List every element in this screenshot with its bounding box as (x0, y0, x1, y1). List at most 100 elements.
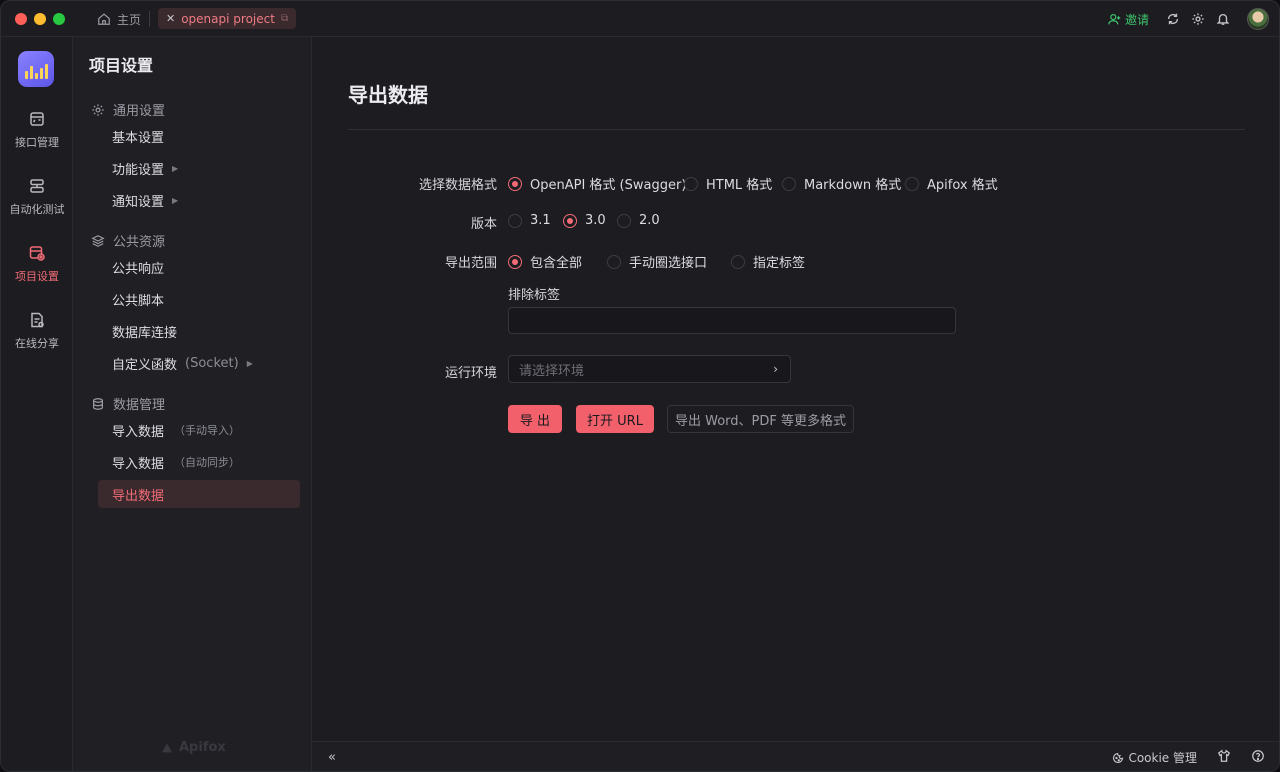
nav-item-label: 公共响应 (112, 261, 165, 277)
rail-item-online-share[interactable]: 在线分享 (1, 311, 73, 351)
radio-label: Markdown 格式 (804, 178, 902, 193)
minimize-window-button[interactable] (34, 13, 46, 25)
nav-item-notify-settings[interactable]: 通知设置 ▶ (98, 186, 300, 214)
help-icon[interactable] (1251, 749, 1265, 766)
automation-icon (30, 179, 44, 193)
version-radio-3-1[interactable]: 3.1 (508, 213, 551, 228)
radio-label: 3.1 (530, 213, 551, 228)
nav-item-sublabel: (Socket) (185, 355, 239, 371)
scope-radio-tags[interactable]: 指定标签 (731, 252, 805, 271)
nav-item-custom-function[interactable]: 自定义函数 (Socket) ▶ (98, 349, 300, 377)
rail-item-api-management[interactable]: 接口管理 (1, 110, 73, 150)
settings-nav: 项目设置 通用设置 基本设置 功能设置 ▶ 通知设置 ▶ 公共资源 公共响应 公共脚… (73, 37, 312, 771)
exclude-tags-label: 排除标签 (508, 288, 561, 303)
version-radio-2-0[interactable]: 2.0 (617, 213, 660, 228)
status-bar-actions: Cookie 管理 (1112, 749, 1265, 766)
collapse-sidebar-icon[interactable]: « (328, 750, 336, 765)
radio-dot (731, 254, 745, 269)
nav-item-import-auto[interactable]: 导入数据 （自动同步） (98, 448, 300, 476)
rail-item-label: 自动化测试 (9, 203, 65, 216)
radio-dot (607, 254, 621, 269)
nav-item-sublabel: （手动导入） (174, 424, 241, 437)
add-user-icon (1108, 13, 1121, 24)
cookie-icon (1113, 752, 1124, 763)
caret-right-icon: ▶ (172, 195, 179, 205)
tab-home-label: 主页 (117, 12, 142, 27)
cookie-manager-button[interactable]: Cookie 管理 (1112, 749, 1197, 766)
rail-item-automation-test[interactable]: 自动化测试 (1, 177, 73, 217)
tab-project[interactable]: ✕ openapi project ⧉ (158, 8, 297, 29)
more-formats-button[interactable]: 导出 Word、PDF 等更多格式 (667, 405, 854, 433)
nav-item-label: 数据库连接 (112, 325, 178, 341)
tab-home[interactable]: 主页 (91, 8, 147, 30)
scope-radio-manual[interactable]: 手动圈选接口 (607, 252, 707, 271)
caret-right-icon: ▶ (246, 358, 253, 368)
radio-dot (905, 176, 919, 191)
nav-item-basic-settings[interactable]: 基本设置 (98, 122, 300, 150)
share-doc-icon (31, 312, 44, 328)
nav-item-feature-settings[interactable]: 功能设置 ▶ (98, 154, 300, 182)
exclude-tags-input[interactable] (508, 307, 956, 334)
title-divider (348, 129, 1245, 130)
scope-radio-all[interactable]: 包含全部 (508, 252, 582, 271)
nav-item-import-manual[interactable]: 导入数据 （手动导入） (98, 416, 300, 444)
radio-dot (508, 213, 522, 228)
nav-item-label: 导出数据 (112, 488, 165, 504)
nav-item-label: 功能设置 (112, 162, 165, 178)
invite-label: 邀请 (1124, 12, 1149, 27)
home-icon (98, 13, 110, 25)
title-bar: 主页 ✕ openapi project ⧉ 邀请 (1, 1, 1279, 37)
nav-group-label: 公共资源 (113, 235, 166, 250)
nav-group-public-resources: 公共资源 (91, 231, 165, 250)
shirt-icon[interactable] (1217, 749, 1231, 766)
bell-icon[interactable] (1215, 11, 1231, 27)
rail-item-project-settings[interactable]: 项目设置 (1, 244, 73, 284)
settings-icon[interactable] (1190, 11, 1206, 27)
nav-item-public-script[interactable]: 公共脚本 (98, 285, 300, 313)
format-radio-markdown[interactable]: Markdown 格式 (782, 174, 901, 193)
rail-item-label: 在线分享 (15, 337, 59, 350)
close-tab-icon[interactable]: ✕ (166, 12, 175, 25)
radio-label: Apifox 格式 (927, 178, 998, 193)
apifox-logo-icon (161, 743, 173, 752)
nav-item-label: 导入数据 (112, 424, 165, 440)
nav-item-label: 公共脚本 (112, 293, 165, 309)
export-button[interactable]: 导 出 (508, 405, 562, 433)
version-radio-3-0[interactable]: 3.0 (563, 213, 606, 228)
env-select[interactable]: 请选择环境 › (508, 355, 791, 383)
nav-item-label: 导入数据 (112, 456, 165, 472)
project-settings-icon (29, 246, 45, 261)
radio-label: 指定标签 (753, 256, 806, 271)
format-radio-openapi[interactable]: OpenAPI 格式 (Swagger) (508, 174, 686, 193)
open-url-button[interactable]: 打开 URL (576, 405, 654, 433)
rail-item-label: 项目设置 (15, 270, 59, 283)
invite-button[interactable]: 邀请 (1108, 11, 1149, 28)
radio-label: OpenAPI 格式 (Swagger) (530, 178, 687, 193)
tab-separator (149, 11, 150, 27)
radio-label: 包含全部 (530, 256, 583, 271)
nav-item-label: 通知设置 (112, 194, 165, 210)
scope-label: 导出范围 (444, 256, 497, 271)
sync-icon[interactable] (1165, 11, 1181, 27)
close-window-button[interactable] (15, 13, 27, 25)
radio-label: 2.0 (639, 213, 660, 228)
main-content: 导出数据 选择数据格式 OpenAPI 格式 (Swagger) HTML 格式… (312, 37, 1279, 741)
nav-item-export-data[interactable]: 导出数据 (98, 480, 300, 508)
version-label: 版本 (470, 217, 497, 232)
zoom-window-button[interactable] (53, 13, 65, 25)
radio-label: HTML 格式 (706, 178, 773, 193)
gear-icon (92, 103, 104, 116)
nav-group-data-management: 数据管理 (91, 394, 165, 413)
format-radio-html[interactable]: HTML 格式 (684, 174, 772, 193)
nav-group-general: 通用设置 (91, 100, 165, 119)
nav-item-db-connection[interactable]: 数据库连接 (98, 317, 300, 345)
nav-title: 项目设置 (89, 56, 154, 75)
cookie-manager-label: Cookie 管理 (1128, 751, 1197, 765)
brand-watermark: Apifox (160, 740, 226, 755)
format-label: 选择数据格式 (418, 178, 497, 193)
nav-item-public-response[interactable]: 公共响应 (98, 253, 300, 281)
brand-name: Apifox (179, 740, 226, 755)
format-radio-apifox[interactable]: Apifox 格式 (905, 174, 998, 193)
rail-item-label: 接口管理 (15, 136, 59, 149)
user-avatar[interactable] (1247, 8, 1269, 30)
